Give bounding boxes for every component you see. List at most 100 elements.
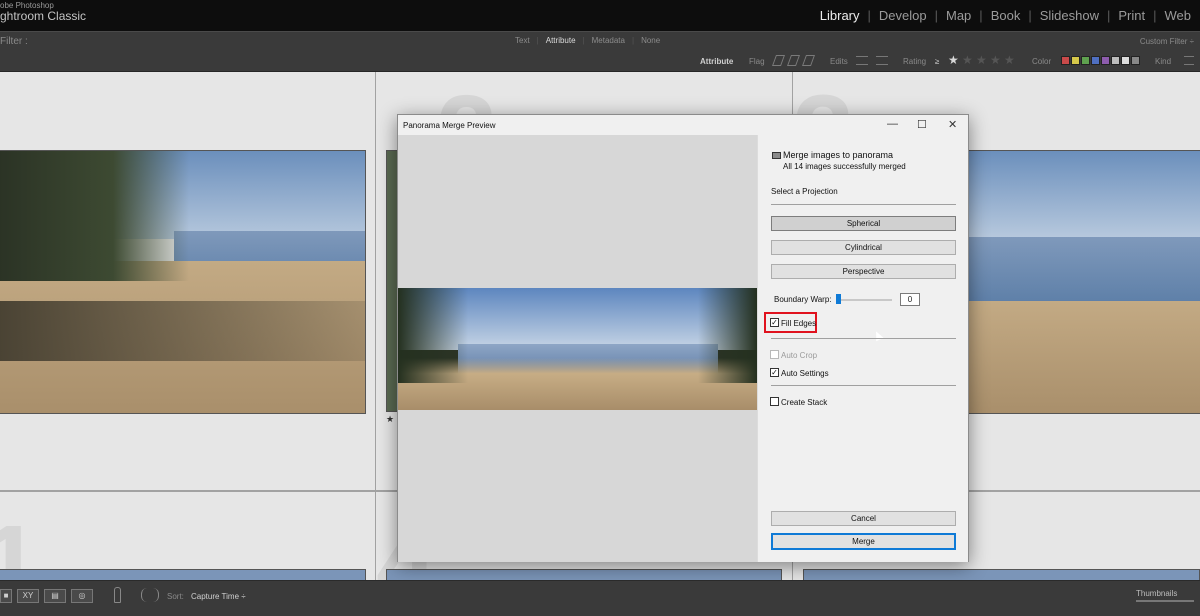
close-icon[interactable]: ✕ — [948, 118, 957, 131]
rating-star-icon[interactable]: ★ — [962, 53, 973, 67]
module-slideshow[interactable]: Slideshow — [1039, 8, 1100, 23]
projection-perspective-button[interactable]: Perspective — [771, 264, 956, 279]
thumbnail-image[interactable] — [0, 569, 366, 580]
thumbnail-image[interactable] — [386, 569, 782, 580]
survey-view-button[interactable]: ▤ — [44, 589, 66, 603]
boundary-warp-slider[interactable] — [836, 294, 841, 304]
kind-filter-icon[interactable] — [1184, 56, 1194, 65]
module-picker: Library | Develop | Map | Book | Slidesh… — [819, 8, 1192, 23]
boundary-warp-value[interactable]: 0 — [900, 293, 920, 306]
filter-tab-metadata[interactable]: Metadata — [585, 36, 632, 45]
top-module-bar: obe Photoshop ghtroom Classic Library | … — [0, 0, 1200, 31]
rating-star-badge: ★ — [386, 414, 395, 424]
projection-cylindrical-button[interactable]: Cylindrical — [771, 240, 956, 255]
edits-label: Edits — [830, 57, 848, 66]
merge-header-title: Merge images to panorama — [783, 150, 894, 160]
color-swatch-other[interactable] — [1131, 56, 1140, 65]
merge-options-panel: Merge images to panorama All 14 images s… — [757, 135, 968, 562]
auto-crop-label: Auto Crop — [781, 351, 818, 360]
projection-spherical-button[interactable]: Spherical — [771, 216, 956, 231]
minimize-icon[interactable]: — — [887, 118, 898, 130]
filter-tab-none[interactable]: None — [634, 36, 667, 45]
merge-button[interactable]: Merge — [771, 533, 956, 550]
flag-label: Flag — [749, 57, 765, 66]
panorama-icon — [772, 152, 781, 159]
module-separator: | — [1153, 8, 1157, 23]
divider — [771, 204, 956, 205]
rating-label: Rating — [903, 57, 927, 66]
module-separator: | — [1028, 8, 1032, 23]
maximize-icon[interactable]: ☐ — [917, 118, 927, 131]
filter-tab-attribute[interactable]: Attribute — [539, 36, 583, 45]
module-book[interactable]: Book — [990, 8, 1022, 23]
filter-tabs: Text | Attribute | Metadata | None — [508, 36, 667, 45]
auto-crop-checkbox[interactable] — [770, 350, 779, 359]
flag-picked-icon[interactable] — [771, 55, 786, 66]
color-swatch-green[interactable] — [1081, 56, 1090, 65]
module-separator: | — [867, 8, 871, 23]
edited-icon[interactable] — [856, 56, 868, 65]
rating-star-icon[interactable]: ★ — [976, 53, 987, 67]
rating-operator[interactable]: ≥ — [935, 57, 939, 66]
grid-cell[interactable]: 1 — [0, 492, 375, 580]
mouse-cursor-icon — [872, 329, 884, 342]
divider — [771, 385, 956, 386]
module-print[interactable]: Print — [1117, 8, 1146, 23]
brand-app-name: ghtroom Classic — [0, 9, 87, 23]
color-swatch-yellow[interactable] — [1071, 56, 1080, 65]
module-develop[interactable]: Develop — [878, 8, 928, 23]
create-stack-label: Create Stack — [781, 398, 828, 407]
thumbnail-image[interactable] — [0, 150, 366, 414]
projection-section-label: Select a Projection — [771, 187, 838, 196]
module-map[interactable]: Map — [945, 8, 972, 23]
attribute-filter-bar: Attribute Flag Edits Rating ≥ ★ ★ ★ ★ ★ … — [0, 50, 1200, 72]
dialog-title: Panorama Merge Preview — [403, 121, 496, 130]
thumbnail-image[interactable] — [803, 569, 1200, 580]
flag-unflagged-icon[interactable] — [786, 55, 801, 66]
module-separator: | — [1106, 8, 1111, 23]
rating-star-icon[interactable]: ★ — [948, 53, 959, 67]
module-library[interactable]: Library — [819, 8, 861, 23]
rating-star-icon[interactable]: ★ — [990, 53, 1001, 67]
thumbnail-image[interactable] — [968, 150, 1200, 414]
kind-label: Kind — [1155, 57, 1172, 66]
grid-cell[interactable] — [0, 72, 375, 490]
divider — [771, 338, 956, 339]
merge-header-status: All 14 images successfully merged — [783, 162, 906, 171]
color-swatch-blue[interactable] — [1091, 56, 1100, 65]
panorama-preview-image — [398, 288, 757, 410]
custom-filter-dropdown[interactable]: Custom Filter ÷ — [1140, 37, 1194, 46]
color-swatch-red[interactable] — [1061, 56, 1070, 65]
sort-direction-icon[interactable] — [141, 588, 159, 602]
grid-view-button[interactable]: ■ — [0, 589, 12, 603]
sort-dropdown[interactable]: Capture Time ÷ — [191, 592, 246, 601]
auto-settings-checkbox[interactable]: ✓ — [770, 368, 779, 377]
people-view-button[interactable]: ◎ — [71, 589, 93, 603]
thumbnails-label: Thumbnails — [1136, 589, 1178, 598]
module-web[interactable]: Web — [1164, 8, 1193, 23]
auto-settings-label: Auto Settings — [781, 369, 829, 378]
painter-icon[interactable] — [114, 587, 121, 603]
fill-edges-checkbox[interactable]: ✓ — [770, 318, 779, 327]
compare-view-button[interactable]: XY — [17, 589, 39, 603]
cancel-button[interactable]: Cancel — [771, 511, 956, 526]
thumbnail-size-slider[interactable] — [1136, 600, 1194, 602]
create-stack-checkbox[interactable] — [770, 397, 779, 406]
boundary-warp-track[interactable] — [838, 299, 892, 301]
filter-label: Filter : — [0, 36, 28, 47]
flag-rejected-icon[interactable] — [801, 55, 816, 66]
color-swatch-purple[interactable] — [1101, 56, 1110, 65]
unedited-icon[interactable] — [876, 56, 888, 65]
color-swatch-none[interactable] — [1121, 56, 1130, 65]
panorama-preview-area — [398, 135, 757, 562]
sort-label: Sort: — [167, 592, 184, 601]
attribute-title: Attribute — [700, 57, 734, 66]
boundary-warp-label: Boundary Warp: — [774, 295, 832, 304]
module-separator: | — [979, 8, 983, 23]
panorama-merge-dialog: Panorama Merge Preview — ☐ ✕ Merge image… — [397, 114, 969, 562]
fill-edges-label: Fill Edges — [781, 319, 817, 328]
rating-star-icon[interactable]: ★ — [1004, 53, 1015, 67]
color-swatch-custom[interactable] — [1111, 56, 1120, 65]
filter-tab-text[interactable]: Text — [508, 36, 537, 45]
bottom-toolbar: ■ XY ▤ ◎ Sort: Capture Time ÷ Thumbnails — [0, 580, 1200, 616]
